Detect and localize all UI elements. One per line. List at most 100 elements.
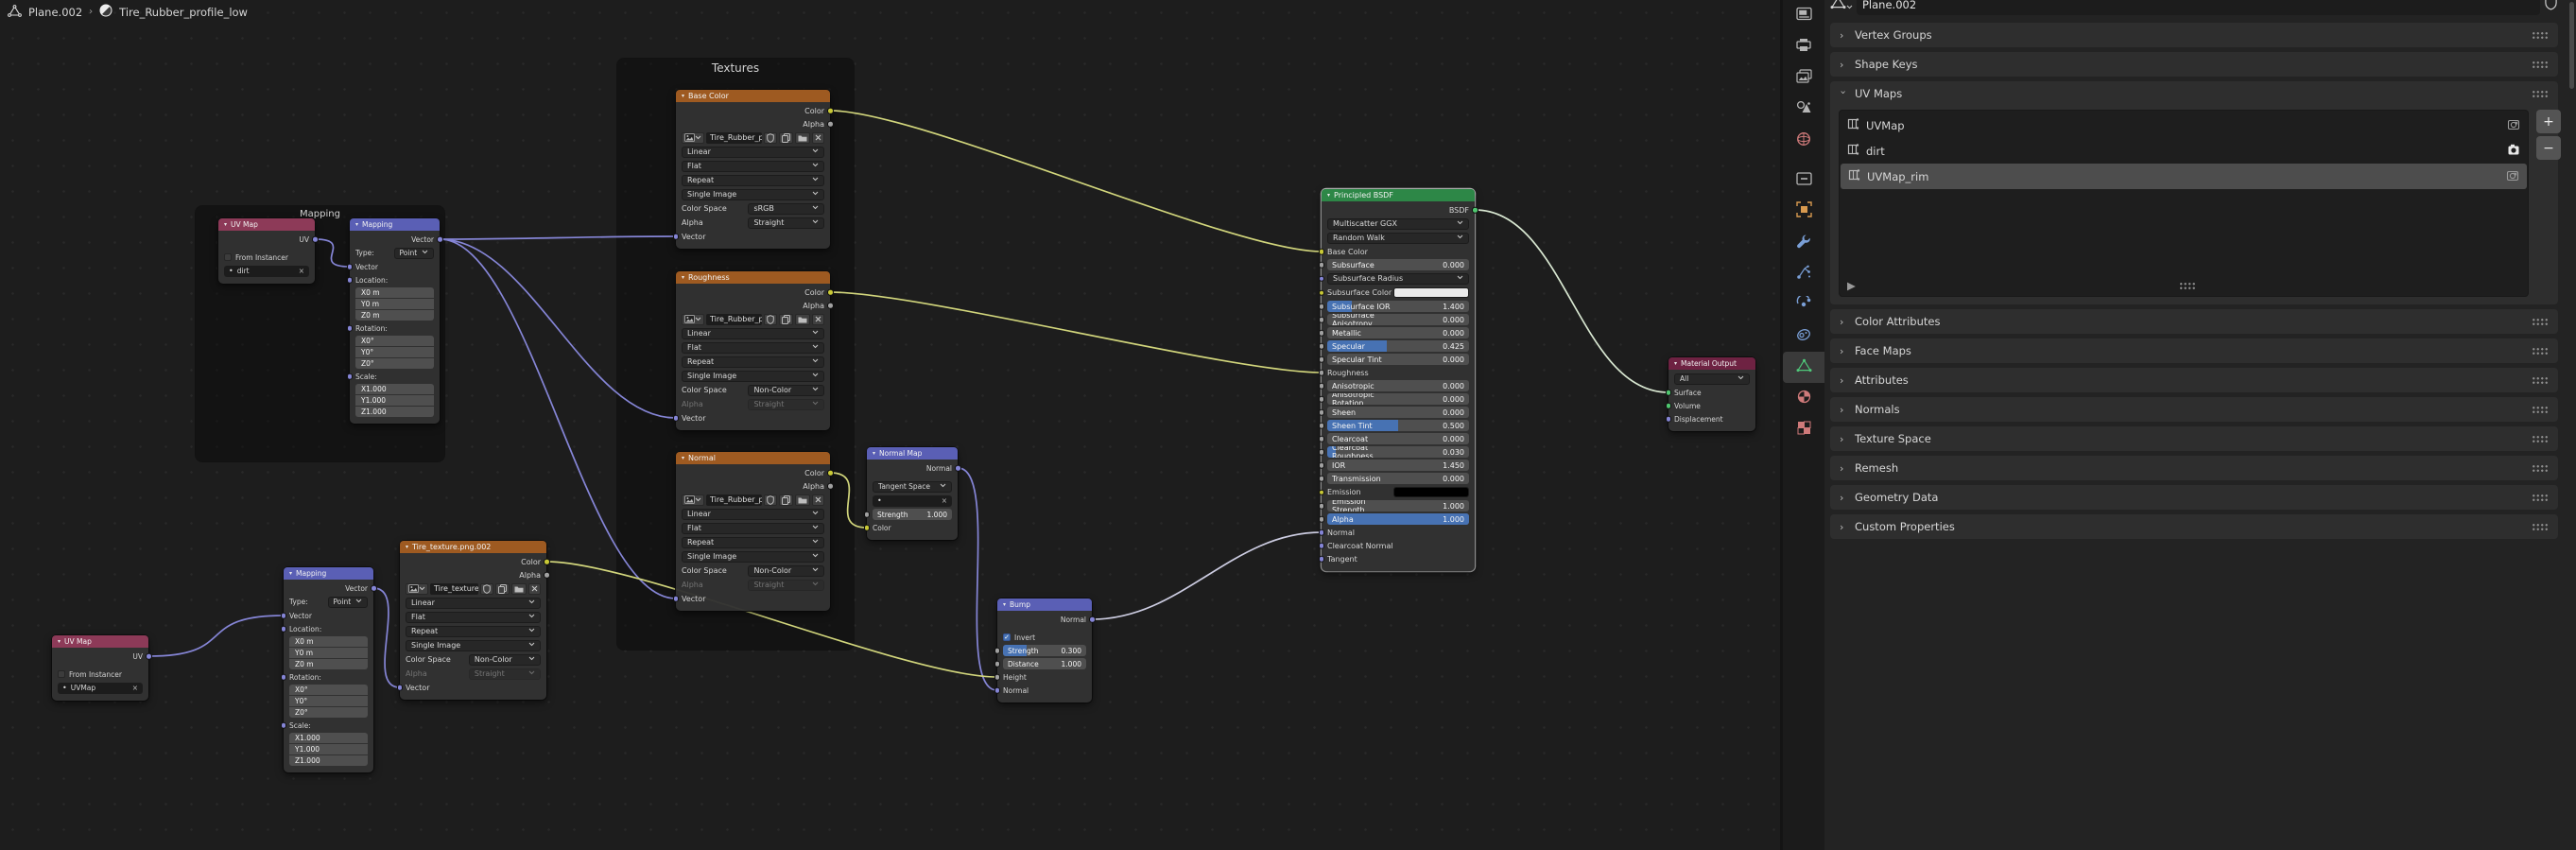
uv-map-dirt[interactable]: ▾UV MapUVFrom Instancer•dirt× — [218, 218, 315, 284]
uv-map-uvmap[interactable]: ▾UV MapUVFrom Instancer•UVMap× — [52, 635, 148, 701]
add-uv-map-button[interactable]: + — [2536, 110, 2561, 133]
slider-subsurface-ior[interactable]: Subsurface IOR1.400 — [1327, 301, 1469, 312]
slider-alpha[interactable]: Alpha1.000 — [1327, 513, 1469, 525]
slider-specular[interactable]: Specular0.425 — [1327, 340, 1469, 352]
socket-in[interactable] — [1319, 383, 1325, 390]
panel-grip-icon[interactable] — [2532, 31, 2549, 40]
open-folder-icon[interactable] — [795, 314, 810, 325]
uv-map-select[interactable]: •UVMap× — [58, 683, 143, 694]
socket-in[interactable] — [1319, 289, 1325, 296]
socket-out[interactable] — [371, 585, 377, 592]
socket-in[interactable] — [673, 234, 680, 240]
principled-bsdf[interactable]: ▾Principled BSDFBSDFMultiscatter GGXRand… — [1322, 189, 1475, 571]
socket-in[interactable] — [1666, 403, 1672, 409]
panel-grip-icon[interactable] — [2532, 347, 2549, 356]
dropdown-linear[interactable]: Linear — [406, 598, 541, 609]
checkbox[interactable]: ✓ — [1003, 633, 1011, 641]
panel-header[interactable]: ›Attributes — [1830, 368, 2558, 392]
socket-in[interactable] — [1319, 436, 1325, 442]
mapping-bottom[interactable]: ▾MappingVectorType:PointVectorLocation:X… — [284, 567, 373, 772]
tab-collection[interactable] — [1783, 165, 1824, 196]
vector-field[interactable]: Z0° — [289, 707, 368, 718]
dropdown-single-image[interactable]: Single Image — [406, 640, 541, 651]
socket-in[interactable] — [281, 613, 287, 619]
socket-in[interactable] — [1319, 275, 1325, 282]
color-swatch[interactable] — [1393, 287, 1469, 298]
panel-header[interactable]: ›Face Maps — [1830, 338, 2558, 363]
socket-in[interactable] — [1319, 449, 1325, 456]
uv-map-list-item[interactable]: UVMap_rim — [1841, 164, 2527, 189]
dropdown-point[interactable]: Point — [394, 248, 434, 259]
image-name-field[interactable]: Tire_Rubber_profi... — [706, 314, 762, 325]
slider-distance[interactable]: Distance1.000 — [1003, 658, 1086, 669]
socket-in[interactable] — [1319, 529, 1325, 536]
dropdown-flat[interactable]: Flat — [682, 161, 824, 172]
socket-in[interactable] — [1319, 543, 1325, 549]
panel-header[interactable]: ›Color Attributes — [1830, 309, 2558, 334]
panel-header[interactable]: ›Geometry Data — [1830, 485, 2558, 510]
socket-in[interactable] — [1319, 462, 1325, 469]
vector-field[interactable]: Z1.000 — [289, 755, 368, 766]
vector-field[interactable]: Y0 m — [289, 648, 368, 658]
checkbox[interactable] — [224, 253, 232, 261]
tab-modifiers[interactable] — [1783, 227, 1824, 258]
panel-grip-icon[interactable] — [2532, 318, 2549, 326]
vector-field[interactable]: Z0 m — [355, 310, 434, 321]
unlink-icon[interactable] — [528, 583, 541, 595]
socket-out[interactable] — [146, 653, 152, 660]
unlink-icon[interactable] — [812, 494, 824, 506]
vector-field[interactable]: X0 m — [289, 636, 368, 647]
slider-metallic[interactable]: Metallic0.000 — [1327, 327, 1469, 338]
render-camera-on-icon[interactable] — [2507, 144, 2520, 159]
slider-strength[interactable]: Strength1.000 — [873, 509, 952, 520]
node-header[interactable]: ▾Material Output — [1668, 357, 1755, 370]
dropdown-straight[interactable]: Straight — [469, 668, 541, 680]
dropdown-tangent-space[interactable]: Tangent Space — [873, 481, 952, 493]
vector-field[interactable]: X0 m — [355, 287, 434, 298]
dropdown-single-image[interactable]: Single Image — [682, 189, 824, 200]
unlink-icon[interactable] — [812, 314, 824, 325]
open-folder-icon[interactable] — [795, 132, 810, 144]
datablock-name-field[interactable]: Plane.002 — [1857, 0, 2540, 15]
socket-in[interactable] — [347, 277, 354, 284]
tab-particles[interactable] — [1783, 258, 1824, 289]
panel-grip-icon[interactable] — [2532, 523, 2549, 531]
slider-emission-strength[interactable]: Emission Strength1.000 — [1327, 500, 1469, 512]
node-header[interactable]: ▾UV Map — [218, 218, 315, 231]
dropdown-flat[interactable]: Flat — [682, 342, 824, 354]
panel-header[interactable]: ›Remesh — [1830, 456, 2558, 480]
socket-in[interactable] — [994, 648, 1001, 654]
copy-icon[interactable] — [495, 583, 510, 595]
vector-field[interactable]: X1.000 — [355, 384, 434, 394]
socket-in[interactable] — [994, 674, 1001, 681]
list-resize-grip[interactable] — [2179, 282, 2196, 290]
open-folder-icon[interactable] — [511, 583, 527, 595]
node-header[interactable]: ▾Mapping — [350, 218, 440, 231]
fake-user-shield-icon[interactable] — [764, 494, 777, 506]
tab-constraints[interactable] — [1783, 321, 1824, 352]
panel-grip-icon[interactable] — [2532, 61, 2549, 69]
socket-in[interactable] — [1666, 416, 1672, 423]
copy-icon[interactable] — [779, 132, 793, 144]
expand-filter-icon[interactable]: ▶ — [1847, 279, 1856, 292]
socket-in[interactable] — [1319, 556, 1325, 563]
fake-user-shield-icon[interactable] — [480, 583, 493, 595]
socket-out[interactable] — [827, 289, 834, 296]
socket-in[interactable] — [994, 661, 1001, 668]
vector-field[interactable]: X0° — [355, 336, 434, 346]
slider-clearcoat[interactable]: Clearcoat0.000 — [1327, 433, 1469, 444]
panel-header[interactable]: ›Normals — [1830, 397, 2558, 422]
socket-in[interactable] — [1666, 390, 1672, 396]
dropdown-repeat[interactable]: Repeat — [682, 356, 824, 368]
socket-in[interactable] — [1319, 356, 1325, 363]
image-icon[interactable] — [682, 494, 704, 506]
color-swatch[interactable] — [1393, 487, 1469, 497]
socket-out[interactable] — [312, 236, 319, 243]
uv-map-list-item[interactable]: dirt — [1840, 138, 2528, 164]
tex-roughness[interactable]: ▾RoughnessColorAlphaTire_Rubber_profi...… — [676, 271, 830, 430]
node-header[interactable]: ▾UV Map — [52, 635, 148, 648]
uv-map-list-item[interactable]: UVMap — [1840, 113, 2528, 138]
tab-scene[interactable] — [1783, 94, 1824, 125]
tab-render[interactable] — [1783, 0, 1824, 31]
socket-out[interactable] — [827, 483, 834, 490]
